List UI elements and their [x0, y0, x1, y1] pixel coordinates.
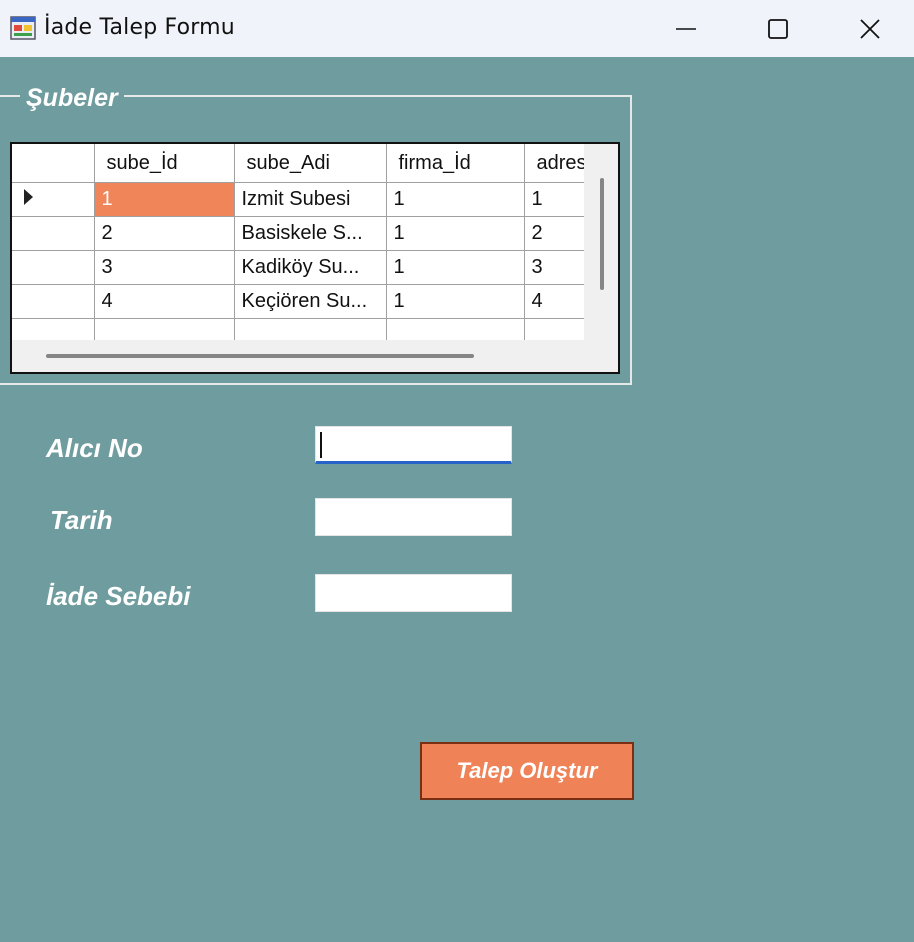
table-cell[interactable]: 4: [93, 284, 235, 319]
datagrid-table: sube_İd sube_Adi firma_İd adres 1 Izmit …: [12, 144, 584, 340]
column-header-firma-id[interactable]: firma_İd: [385, 144, 525, 183]
row-header[interactable]: [12, 284, 95, 319]
row-header[interactable]: [12, 182, 95, 217]
table-cell[interactable]: [523, 318, 584, 340]
table-cell[interactable]: 2: [93, 216, 235, 251]
table-cell[interactable]: [93, 318, 235, 340]
minimize-icon: [676, 27, 696, 30]
table-row[interactable]: 2 Basiskele S... 1 2: [12, 216, 584, 251]
column-header-sube-adi[interactable]: sube_Adi: [233, 144, 387, 183]
table-cell[interactable]: 4: [523, 284, 584, 319]
table-cell[interactable]: 1: [385, 216, 525, 251]
row-header[interactable]: [12, 216, 95, 251]
tarih-label: Tarih: [50, 505, 113, 535]
table-cell[interactable]: Izmit Subesi: [233, 182, 387, 217]
table-cell[interactable]: [233, 318, 387, 340]
title-bar: İade Talep Formu: [0, 0, 914, 57]
table-row[interactable]: 3 Kadiköy Su... 1 3: [12, 250, 584, 285]
table-row[interactable]: 4 Keçiören Su... 1 4: [12, 284, 584, 319]
column-header-adres[interactable]: adres: [523, 144, 584, 183]
table-cell[interactable]: 2: [523, 216, 584, 251]
table-cell[interactable]: 1: [523, 182, 584, 217]
maximize-button[interactable]: [732, 0, 824, 57]
form-icon: [10, 16, 36, 40]
maximize-icon: [768, 18, 788, 39]
table-cell[interactable]: 3: [93, 250, 235, 285]
row-header[interactable]: [12, 318, 95, 340]
table-cell[interactable]: 1: [93, 182, 235, 217]
alici-no-input[interactable]: [315, 426, 512, 464]
table-cell[interactable]: Keçiören Su...: [233, 284, 387, 319]
table-cell[interactable]: Basiskele S...: [233, 216, 387, 251]
alici-no-label: Alıcı No: [46, 433, 143, 463]
iade-sebebi-input[interactable]: [315, 574, 512, 612]
window-title: İade Talep Formu: [44, 15, 235, 40]
horizontal-scroll-thumb[interactable]: [46, 354, 474, 358]
branches-datagrid[interactable]: sube_İd sube_Adi firma_İd adres 1 Izmit …: [10, 142, 620, 374]
row-header[interactable]: [12, 250, 95, 285]
close-button[interactable]: [824, 0, 914, 57]
column-header-sube-id[interactable]: sube_İd: [93, 144, 235, 183]
vertical-scroll-thumb[interactable]: [600, 178, 604, 290]
table-cell[interactable]: 3: [523, 250, 584, 285]
new-row[interactable]: [12, 318, 584, 340]
table-cell[interactable]: 1: [385, 182, 525, 217]
text-caret: [320, 432, 322, 458]
vertical-scrollbar[interactable]: [584, 144, 618, 340]
header-row: sube_İd sube_Adi firma_İd adres: [12, 144, 584, 183]
datagrid-viewport: sube_İd sube_Adi firma_İd adres 1 Izmit …: [12, 144, 584, 340]
minimize-button[interactable]: [640, 0, 732, 57]
table-cell[interactable]: 1: [385, 250, 525, 285]
table-cell[interactable]: Kadiköy Su...: [233, 250, 387, 285]
corner-header: [12, 144, 95, 183]
iade-sebebi-label: İade Sebebi: [46, 581, 191, 611]
close-icon: [860, 18, 880, 39]
table-row[interactable]: 1 Izmit Subesi 1 1: [12, 182, 584, 217]
table-cell[interactable]: [385, 318, 525, 340]
talep-olustur-button[interactable]: Talep Oluştur: [420, 742, 634, 800]
current-row-arrow-icon: [24, 189, 33, 205]
branches-group-title: Şubeler: [20, 84, 124, 113]
table-cell[interactable]: 1: [385, 284, 525, 319]
horizontal-scrollbar[interactable]: [12, 340, 584, 372]
tarih-input[interactable]: [315, 498, 512, 536]
